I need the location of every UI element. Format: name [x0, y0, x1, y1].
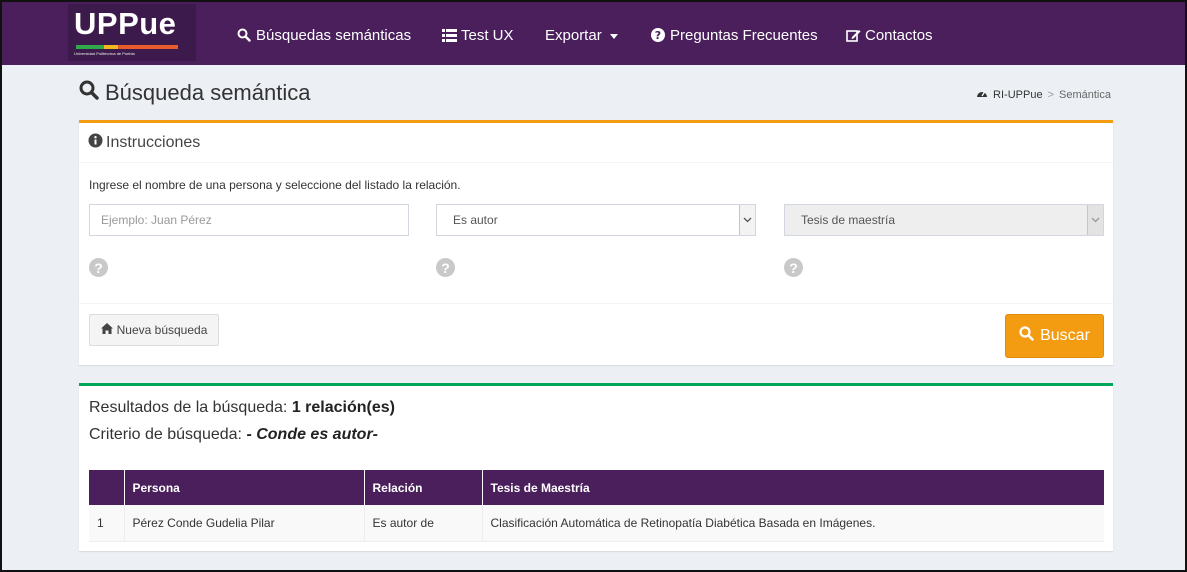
instructions-title: Instrucciones	[106, 133, 201, 151]
brand-subtitle: Universidad Politécnica de Puebla	[74, 51, 135, 56]
info-circle-icon	[88, 133, 103, 153]
nav-label: Búsquedas semánticas	[256, 26, 412, 44]
nav-test-ux[interactable]: Test UX	[441, 24, 514, 46]
results-criteria-value: - Conde es autor-	[246, 426, 378, 443]
cell-persona: Pérez Conde Gudelia Pilar	[124, 505, 365, 542]
nav-label: Exportar	[545, 26, 602, 44]
chevron-down-icon	[1087, 205, 1103, 235]
list-icon	[441, 27, 457, 43]
new-search-button[interactable]: Nueva búsqueda	[89, 314, 219, 346]
relation-select[interactable]: Es autor	[436, 204, 756, 236]
relation-select-value: Es autor	[453, 213, 498, 227]
thesis-type-select-value: Tesis de maestría	[801, 213, 896, 227]
results-box: Resultados de la búsqueda: 1 relación(es…	[79, 383, 1113, 551]
instructions-help-text: Ingrese el nombre de una persona y selec…	[89, 178, 461, 192]
nav-contactos[interactable]: Contactos	[845, 24, 933, 46]
search-icon	[236, 27, 252, 43]
page-title: Búsqueda semántica	[79, 80, 310, 106]
dashboard-icon	[976, 88, 988, 101]
thesis-type-select[interactable]: Tesis de maestría	[784, 204, 1104, 236]
question-circle-icon[interactable]: ?	[784, 258, 803, 277]
breadcrumb-current: Semántica	[1059, 88, 1111, 101]
caret-down-icon	[609, 33, 618, 39]
svg-text:?: ?	[655, 29, 661, 42]
table-header-row: Persona Relación Tesis de Maestría	[89, 470, 1104, 505]
cell-index: 1	[89, 505, 125, 542]
question-circle-icon: ?	[650, 27, 666, 43]
breadcrumb: RI-UPPue > Semántica	[976, 88, 1111, 101]
person-name-input[interactable]: Ejemplo: Juan Pérez	[89, 204, 409, 236]
cell-tesis: Clasificación Automática de Retinopatía …	[482, 505, 1104, 542]
question-circle-icon[interactable]: ?	[89, 258, 108, 277]
nav-exportar-dropdown[interactable]: Exportar	[545, 24, 618, 46]
brand-logo[interactable]: UPPue Universidad Politécnica de Puebla	[68, 4, 196, 61]
results-criteria: Criterio de búsqueda: - Conde es autor-	[89, 426, 378, 444]
table-row[interactable]: 1 Pérez Conde Gudelia Pilar Es autor de …	[89, 505, 1104, 542]
home-icon	[100, 323, 113, 337]
column-header-index	[89, 470, 125, 505]
results-table: Persona Relación Tesis de Maestría 1 Pér…	[89, 470, 1104, 542]
page-title-text: Búsqueda semántica	[105, 80, 311, 105]
search-icon	[1019, 326, 1034, 346]
app-window: UPPue Universidad Politécnica de Puebla …	[0, 0, 1187, 572]
column-header-tesis: Tesis de Maestría	[490, 480, 590, 495]
column-header-persona: Persona	[124, 470, 365, 505]
search-button[interactable]: Buscar	[1005, 314, 1104, 358]
nav-label: Preguntas Frecuentes	[670, 26, 818, 44]
nav-label: Test UX	[461, 26, 514, 44]
top-navbar: UPPue Universidad Politécnica de Puebla …	[2, 2, 1185, 65]
instructions-box: Instrucciones Ingrese el nombre de una p…	[79, 120, 1113, 365]
search-icon	[79, 80, 99, 106]
nav-busquedas-semanticas[interactable]: Búsquedas semánticas	[236, 24, 411, 46]
breadcrumb-home-link[interactable]: RI-UPPue	[993, 89, 1043, 101]
results-summary-label: Resultados de la búsqueda:	[89, 399, 288, 416]
question-circle-icon[interactable]: ?	[436, 258, 455, 277]
instructions-header: Instrucciones	[79, 123, 1113, 163]
nav-label: Contactos	[865, 26, 933, 44]
cell-relacion: Es autor de	[364, 505, 483, 542]
search-button-label: Buscar	[1040, 327, 1090, 344]
results-count: 1 relación(es)	[291, 399, 395, 416]
edit-icon	[845, 27, 861, 43]
breadcrumb-separator: >	[1047, 88, 1055, 101]
nav-preguntas-frecuentes[interactable]: ? Preguntas Frecuentes	[650, 24, 818, 46]
chevron-down-icon	[739, 205, 755, 235]
brand-stripes	[76, 45, 186, 49]
brand-name: UPPue	[74, 6, 177, 41]
results-criteria-label: Criterio de búsqueda:	[89, 426, 242, 443]
instructions-footer-divider	[79, 303, 1113, 304]
column-header-relacion: Relación	[364, 470, 483, 505]
new-search-label: Nueva búsqueda	[116, 323, 208, 337]
results-summary: Resultados de la búsqueda: 1 relación(es…	[89, 399, 395, 417]
